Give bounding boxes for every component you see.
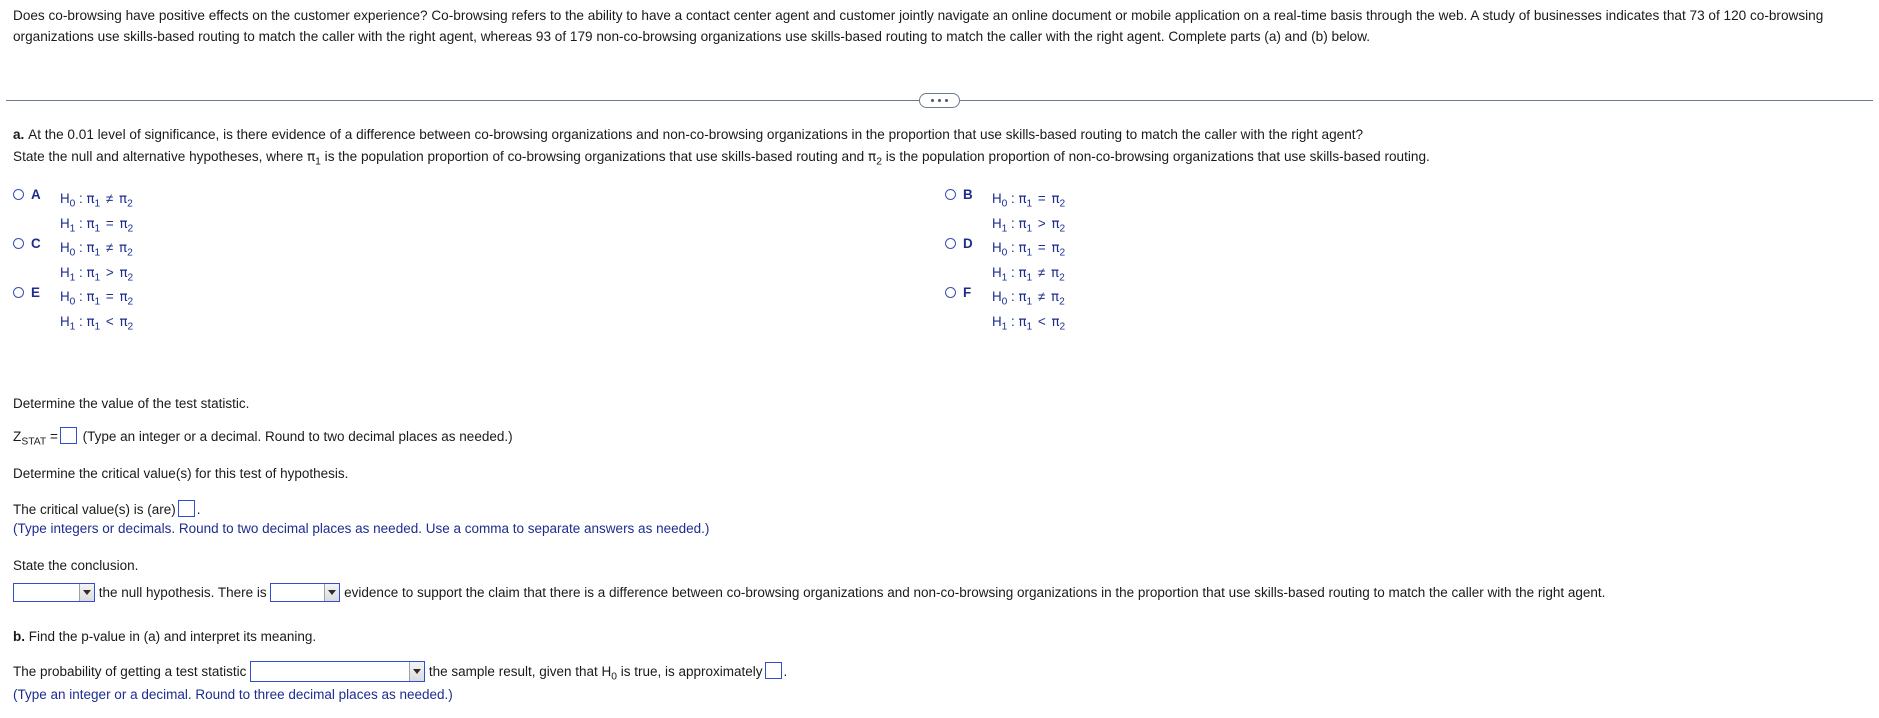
- option-e-letter: E: [31, 285, 40, 300]
- option-b-letter: B: [963, 187, 973, 202]
- zstat-label: ZSTAT: [13, 429, 47, 448]
- instruction-post: is the population proportion of non-co-b…: [881, 149, 1430, 164]
- option-d[interactable]: D H0: π1 = π2 H1: π1 ≠ π2: [945, 236, 1065, 286]
- instruction-pre: State the null and alternative hypothese…: [13, 149, 307, 164]
- option-f-letter: F: [963, 285, 972, 300]
- option-a-radio[interactable]: [13, 189, 24, 200]
- zstat-note: (Type an integer or a decimal. Round to …: [82, 429, 513, 444]
- part-b-question-text: Find the p-value in (a) and interpret it…: [28, 629, 317, 644]
- ellipsis-dot-3: [945, 99, 948, 102]
- zstat-equals: =: [49, 429, 58, 444]
- option-c-letter: C: [31, 236, 41, 251]
- part-a-question: a. At the 0.01 level of significance, is…: [13, 127, 1363, 142]
- test-statistic-prompt: Determine the value of the test statisti…: [13, 396, 250, 411]
- critical-value-note: (Type integers or decimals. Round to two…: [13, 521, 710, 536]
- conclusion-evidence-dropdown[interactable]: [270, 583, 341, 602]
- critical-value-prompt: Determine the critical value(s) for this…: [13, 466, 349, 481]
- option-d-h1: H1: π1 ≠ π2: [992, 265, 1065, 284]
- critical-value-row: The critical value(s) is (are).: [13, 500, 201, 517]
- option-f-h0: H0: π1 ≠ π2: [992, 289, 1065, 308]
- option-f-hypotheses: H0: π1 ≠ π2 H1: π1 < π2: [992, 285, 1065, 335]
- critical-value-period: .: [196, 502, 201, 517]
- conclusion-prompt: State the conclusion.: [13, 558, 139, 573]
- option-b[interactable]: B H0: π1 = π2 H1: π1 > π2: [945, 187, 1065, 237]
- instruction-mid: is the population proportion of co-brows…: [320, 149, 869, 164]
- option-b-radio[interactable]: [945, 189, 956, 200]
- option-a-letter: A: [31, 187, 41, 202]
- option-c-hypotheses: H0: π1 ≠ π2 H1: π1 > π2: [60, 236, 133, 286]
- option-c[interactable]: C H0: π1 ≠ π2 H1: π1 > π2: [13, 236, 133, 286]
- option-a[interactable]: A H0: π1 ≠ π2 H1: π1 = π2: [13, 187, 133, 237]
- p-value-comparison-dropdown[interactable]: [250, 661, 426, 682]
- section-divider: [0, 91, 1879, 111]
- part-a-question-text: At the 0.01 level of significance, is th…: [28, 127, 1364, 142]
- option-a-h0: H0: π1 ≠ π2: [60, 191, 133, 210]
- option-d-hypotheses: H0: π1 = π2 H1: π1 ≠ π2: [992, 236, 1065, 286]
- option-e-h1: H1: π1 < π2: [60, 314, 134, 333]
- option-c-h1: H1: π1 > π2: [60, 265, 134, 284]
- exercise-page: Does co-browsing have positive effects o…: [0, 0, 1879, 718]
- p-value-note: (Type an integer or a decimal. Round to …: [13, 687, 453, 702]
- option-f[interactable]: F H0: π1 ≠ π2 H1: π1 < π2: [945, 285, 1065, 335]
- option-d-h0: H0: π1 = π2: [992, 240, 1066, 259]
- option-c-h0: H0: π1 ≠ π2: [60, 240, 133, 259]
- option-e-hypotheses: H0: π1 = π2 H1: π1 < π2: [60, 285, 133, 335]
- chevron-down-icon-3: [409, 662, 425, 681]
- option-a-hypotheses: H0: π1 ≠ π2 H1: π1 = π2: [60, 187, 133, 237]
- p-value-input[interactable]: [764, 662, 782, 679]
- option-b-hypotheses: H0: π1 = π2 H1: π1 > π2: [992, 187, 1065, 237]
- option-e-h0: H0: π1 = π2: [60, 289, 134, 308]
- part-a-label: a.: [13, 127, 25, 142]
- option-f-radio[interactable]: [945, 287, 956, 298]
- option-c-radio[interactable]: [13, 238, 24, 249]
- option-d-radio[interactable]: [945, 238, 956, 249]
- pi-2-symbol: π: [868, 149, 877, 165]
- critical-value-input[interactable]: [177, 500, 195, 517]
- problem-statement: Does co-browsing have positive effects o…: [13, 8, 1824, 44]
- option-e-radio[interactable]: [13, 287, 24, 298]
- option-d-letter: D: [963, 236, 973, 251]
- critical-value-sentence: The critical value(s) is (are): [13, 502, 176, 517]
- option-e[interactable]: E H0: π1 = π2 H1: π1 < π2: [13, 285, 133, 335]
- conclusion-row: the null hypothesis. There is evidence t…: [13, 583, 1605, 602]
- part-b-label: b.: [13, 629, 25, 644]
- chevron-down-icon: [79, 584, 94, 601]
- conclusion-text-mid: the null hypothesis. There is: [98, 585, 267, 600]
- pi-1-symbol: π: [306, 149, 316, 165]
- p-value-period: .: [783, 664, 788, 679]
- test-statistic-row: ZSTAT = (Type an integer or a decimal. R…: [13, 427, 513, 448]
- p-value-sentence-mid: the sample result, given that H0 is true…: [428, 664, 763, 683]
- option-a-h1: H1: π1 = π2: [60, 216, 134, 235]
- conclusion-decision-dropdown[interactable]: [13, 583, 95, 602]
- ellipsis-dot-1: [931, 99, 934, 102]
- more-options-ellipsis-icon[interactable]: [919, 93, 960, 108]
- option-f-h1: H1: π1 < π2: [992, 314, 1066, 333]
- zstat-input[interactable]: [59, 427, 77, 444]
- chevron-down-icon-2: [324, 584, 340, 601]
- p-value-row: The probability of getting a test statis…: [13, 661, 787, 682]
- part-b-question: b. Find the p-value in (a) and interpret…: [13, 629, 316, 644]
- option-b-h1: H1: π1 > π2: [992, 216, 1066, 235]
- conclusion-text-end: evidence to support the claim that there…: [344, 585, 1606, 600]
- hypotheses-instruction: State the null and alternative hypothese…: [13, 149, 1430, 167]
- p-value-sentence-pre: The probability of getting a test statis…: [13, 664, 247, 679]
- ellipsis-dot-2: [938, 99, 941, 102]
- option-b-h0: H0: π1 = π2: [992, 191, 1066, 210]
